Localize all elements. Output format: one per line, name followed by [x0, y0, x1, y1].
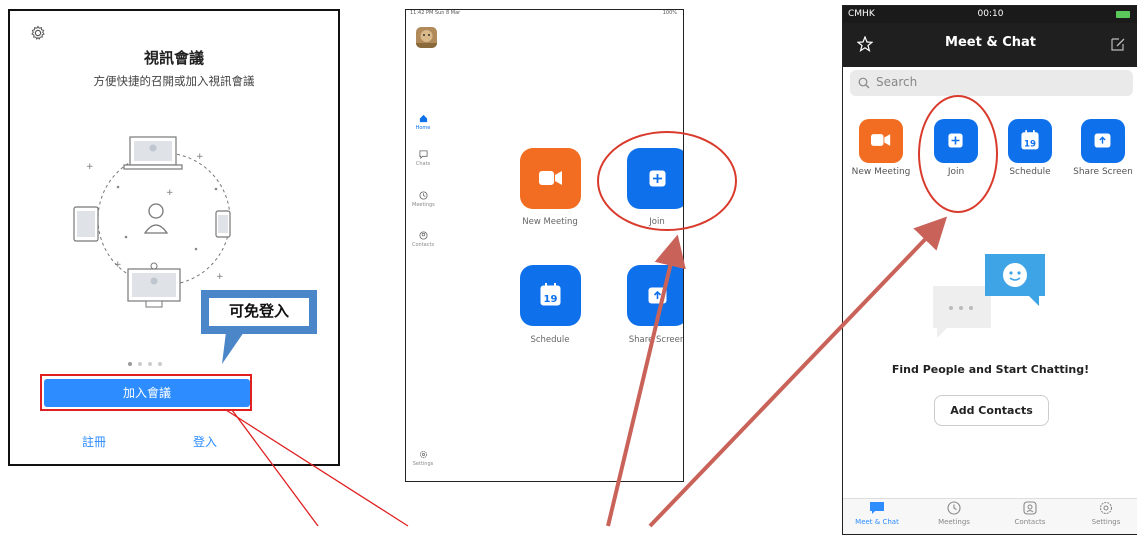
clock-icon — [418, 191, 428, 200]
login-link[interactable]: 登入 — [193, 433, 217, 450]
sidebar-item-label: Contacts — [412, 242, 435, 248]
sidebar-item-settings[interactable]: Settings — [412, 450, 434, 467]
calendar-day: 19 — [1024, 139, 1036, 149]
svg-text:+: + — [166, 188, 174, 198]
compose-icon[interactable] — [1110, 36, 1126, 52]
contact-icon — [418, 231, 428, 240]
svg-text:+: + — [86, 162, 94, 172]
tab-contacts[interactable]: Contacts — [1000, 501, 1060, 526]
gear-icon[interactable] — [30, 25, 46, 41]
tab-meet-chat[interactable]: Meet & Chat — [847, 501, 907, 526]
page-subtitle: 方便快捷的召開或加入視訊會議 — [93, 74, 255, 88]
tile-label: Schedule — [530, 335, 570, 345]
status-time: 00:10 — [977, 9, 1004, 19]
svg-text:+: + — [216, 272, 224, 282]
tile-label: Schedule — [1009, 167, 1051, 177]
share-screen-button[interactable] — [627, 265, 683, 326]
tab-bar: Meet & Chat Meetings Contacts Settings — [843, 498, 1137, 534]
calendar-day: 19 — [544, 294, 558, 305]
search-icon — [858, 77, 870, 89]
tile-label: New Meeting — [522, 217, 578, 227]
tile-label: Share Screen — [628, 335, 684, 345]
home-icon — [419, 114, 427, 123]
tab-label: Contacts — [1014, 518, 1046, 526]
video-camera-icon — [871, 134, 891, 146]
tab-label: Meetings — [938, 518, 970, 526]
svg-text:+: + — [114, 260, 122, 270]
sidebar-item-chats[interactable]: Chats — [412, 150, 434, 167]
new-meeting-button[interactable] — [520, 148, 581, 209]
search-input[interactable]: Search — [850, 70, 1133, 96]
empty-state-title: Find People and Start Chatting! — [891, 363, 1090, 376]
sidebar-item-label: Settings — [412, 461, 434, 467]
nav-bar: Meet & Chat — [843, 23, 1137, 67]
calendar-icon: 19 — [540, 283, 561, 306]
add-contacts-button[interactable]: Add Contacts — [934, 395, 1049, 426]
join-highlight-ring-phone — [918, 95, 998, 213]
share-screen-icon — [648, 287, 667, 304]
chat-icon — [418, 150, 428, 159]
search-placeholder: Search — [876, 75, 918, 89]
sidebar-item-label: Meetings — [412, 202, 435, 208]
callout-pointer — [222, 332, 244, 364]
battery-icon — [1116, 11, 1130, 18]
clock-icon — [947, 501, 961, 515]
video-camera-icon — [539, 171, 562, 185]
tab-label: Settings — [1091, 518, 1121, 526]
phone-meet-chat-screen: CMHK 00:10 Meet & Chat Search New Meetin… — [842, 5, 1137, 535]
ipad-home-screen: 11:42 PM Sun 8 Mar 100% Home Chats Meeti… — [405, 9, 684, 482]
page-title: Meet & Chat — [945, 35, 1036, 50]
schedule-button[interactable]: 19 — [1008, 119, 1052, 163]
tab-settings[interactable]: Settings — [1076, 501, 1136, 526]
chat-bubble-icon — [870, 502, 884, 514]
join-highlight-ring-ipad — [597, 131, 737, 231]
sidebar-item-home[interactable]: Home — [412, 114, 434, 131]
tab-label: Meet & Chat — [855, 518, 899, 526]
status-battery: 100% — [662, 10, 677, 16]
page-title: 視訊會議 — [143, 49, 204, 67]
page-indicator — [128, 351, 178, 366]
sidebar-item-contacts[interactable]: Contacts — [412, 231, 434, 248]
contact-icon — [1023, 501, 1037, 515]
gear-icon — [1099, 501, 1113, 515]
sidebar-item-meetings[interactable]: Meetings — [412, 191, 435, 208]
sidebar-item-label: Home — [415, 125, 431, 131]
no-login-callout: 可免登入 — [207, 296, 311, 328]
welcome-screen: 視訊會議 方便快捷的召開或加入視訊會議 + + + + + 可免登入 加入會議 … — [8, 9, 340, 466]
tile-label: New Meeting — [851, 167, 911, 177]
share-screen-button[interactable] — [1081, 119, 1125, 163]
tile-label: Share Screen — [1073, 167, 1133, 177]
signup-link[interactable]: 註冊 — [82, 433, 106, 450]
schedule-button[interactable]: 19 — [520, 265, 581, 326]
avatar[interactable] — [416, 27, 437, 48]
sidebar-item-label: Chats — [415, 161, 431, 167]
tab-meetings[interactable]: Meetings — [924, 501, 984, 526]
chat-bubbles-illustration — [933, 254, 1045, 338]
calendar-icon: 19 — [1021, 130, 1039, 150]
share-screen-icon — [1094, 133, 1111, 148]
gear-icon — [419, 450, 427, 459]
new-meeting-button[interactable] — [859, 119, 903, 163]
svg-text:+: + — [196, 152, 204, 162]
status-time: 11:42 PM Sun 8 Mar — [410, 10, 461, 16]
status-bar: CMHK 00:10 — [843, 6, 1137, 23]
join-meeting-button[interactable]: 加入會議 — [44, 379, 250, 407]
